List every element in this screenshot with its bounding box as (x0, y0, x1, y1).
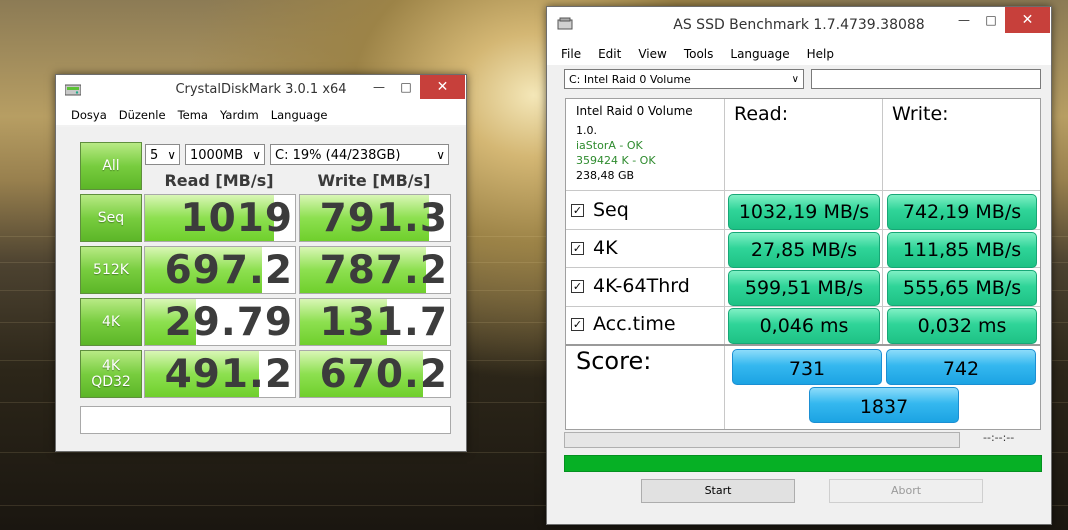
drive-text-field[interactable] (811, 69, 1041, 89)
cdm-menubar: Dosya Düzenle Tema Yardım Language (56, 105, 466, 125)
menu-yardim[interactable]: Yardım (214, 105, 265, 125)
menu-view[interactable]: View (638, 43, 675, 65)
alignment-status: 359424 K - OK (576, 154, 656, 167)
asssd-menubar: File Edit View Tools Language Help (547, 43, 1051, 65)
chevron-down-icon: ∨ (436, 148, 445, 162)
4k-64thrd-row-label[interactable]: ✓ 4K-64Thrd (571, 275, 690, 297)
4k-qd32-write-value: 670.2 (299, 350, 451, 398)
seq-row-label[interactable]: ✓ Seq (571, 199, 629, 221)
write-column-header: Write: (892, 103, 949, 125)
cdm-status-field[interactable] (80, 406, 451, 434)
count-select[interactable]: 5 ∨ (145, 144, 180, 165)
cdm-body: All 5 ∨ 1000MB ∨ C: 19% (44/238GB) ∨ Read [… (56, 127, 466, 451)
drive-info: Intel Raid 0 Volume 1.0. iaStorA - OK 35… (576, 104, 693, 183)
cdm-titlebar[interactable]: CrystalDiskMark 3.0.1 x64 — □ ✕ (56, 75, 466, 105)
4k-write-value: 131.7 (299, 298, 451, 346)
4k-qd32-button[interactable]: 4K QD32 (80, 350, 142, 398)
size-select[interactable]: 1000MB ∨ (185, 144, 265, 165)
menu-help[interactable]: Help (807, 43, 843, 65)
test-progress-bar (564, 432, 960, 448)
close-icon: ✕ (1021, 12, 1034, 28)
as-ssd-window: AS SSD Benchmark 1.7.4739.38088 — □ ✕ Fi… (546, 6, 1052, 525)
results-grid: Intel Raid 0 Volume 1.0. iaStorA - OK 35… (565, 98, 1041, 430)
4k-64thrd-read-value: 599,51 MB/s (728, 270, 880, 306)
menu-language[interactable]: Language (730, 43, 798, 65)
512k-read-value: 697.2 (144, 246, 296, 294)
crystaldiskmark-window: CrystalDiskMark 3.0.1 x64 — □ ✕ Dosya Dü… (55, 74, 467, 452)
drive-firmware: 1.0. (576, 124, 597, 137)
write-column-header: Write [MB/s] (317, 171, 431, 190)
read-column-header: Read [MB/s] (164, 171, 274, 190)
chevron-down-icon: ∨ (791, 74, 799, 85)
drive-select[interactable]: C: Intel Raid 0 Volume ∨ (564, 69, 804, 89)
asssd-titlebar[interactable]: AS SSD Benchmark 1.7.4739.38088 — □ ✕ (547, 7, 1051, 43)
minimize-button[interactable]: — (951, 7, 977, 33)
chevron-down-icon: ∨ (252, 148, 261, 162)
512k-button[interactable]: 512K (80, 246, 142, 294)
close-button[interactable]: ✕ (1005, 7, 1050, 33)
4k-64thrd-write-value: 555,65 MB/s (887, 270, 1037, 306)
acc-time-read-value: 0,046 ms (728, 308, 880, 344)
menu-tools[interactable]: Tools (684, 43, 723, 65)
acc-time-write-value: 0,032 ms (887, 308, 1037, 344)
seq-checkbox[interactable]: ✓ (571, 203, 584, 217)
4k-read-value: 27,85 MB/s (728, 232, 880, 268)
score-label: Score: (576, 347, 652, 375)
drive-select[interactable]: C: 19% (44/238GB) ∨ (270, 144, 449, 165)
close-button[interactable]: ✕ (420, 75, 465, 99)
driver-status: iaStorA - OK (576, 139, 643, 152)
close-icon: ✕ (436, 79, 449, 95)
512k-write-value: 787.2 (299, 246, 451, 294)
score-read-value: 731 (732, 349, 882, 385)
maximize-button[interactable]: □ (393, 75, 419, 99)
overall-progress-bar (564, 455, 1042, 472)
4k-read-value: 29.79 (144, 298, 296, 346)
menu-tema[interactable]: Tema (172, 105, 214, 125)
menu-edit[interactable]: Edit (598, 43, 630, 65)
drive-capacity: 238,48 GB (576, 169, 635, 182)
4k-qd32-read-value: 491.2 (144, 350, 296, 398)
menu-dosya[interactable]: Dosya (65, 105, 113, 125)
abort-button[interactable]: Abort (829, 479, 983, 503)
4k-64thrd-checkbox[interactable]: ✓ (571, 279, 584, 293)
acc-time-checkbox[interactable]: ✓ (571, 317, 584, 331)
menu-duzenle[interactable]: Düzenle (113, 105, 172, 125)
read-column-header: Read: (734, 103, 789, 125)
score-write-value: 742 (886, 349, 1036, 385)
seq-button[interactable]: Seq (80, 194, 142, 242)
seq-read-value: 1032,19 MB/s (728, 194, 880, 230)
start-button[interactable]: Start (641, 479, 795, 503)
maximize-button[interactable]: □ (978, 7, 1004, 33)
chevron-down-icon: ∨ (167, 148, 176, 162)
4k-button[interactable]: 4K (80, 298, 142, 346)
acc-time-row-label[interactable]: ✓ Acc.time (571, 313, 676, 335)
all-button[interactable]: All (80, 142, 142, 190)
seq-write-value: 791.3 (299, 194, 451, 242)
minimize-button[interactable]: — (366, 75, 392, 99)
drive-name: Intel Raid 0 Volume (576, 104, 693, 118)
4k-write-value: 111,85 MB/s (887, 232, 1037, 268)
4k-row-label[interactable]: ✓ 4K (571, 237, 618, 259)
menu-language[interactable]: Language (265, 105, 334, 125)
menu-file[interactable]: File (561, 43, 590, 65)
seq-read-value: 1019 (144, 194, 296, 242)
4k-checkbox[interactable]: ✓ (571, 241, 584, 255)
score-total-value: 1837 (809, 387, 959, 423)
seq-write-value: 742,19 MB/s (887, 194, 1037, 230)
elapsed-timer: --:--:-- (983, 431, 1015, 444)
